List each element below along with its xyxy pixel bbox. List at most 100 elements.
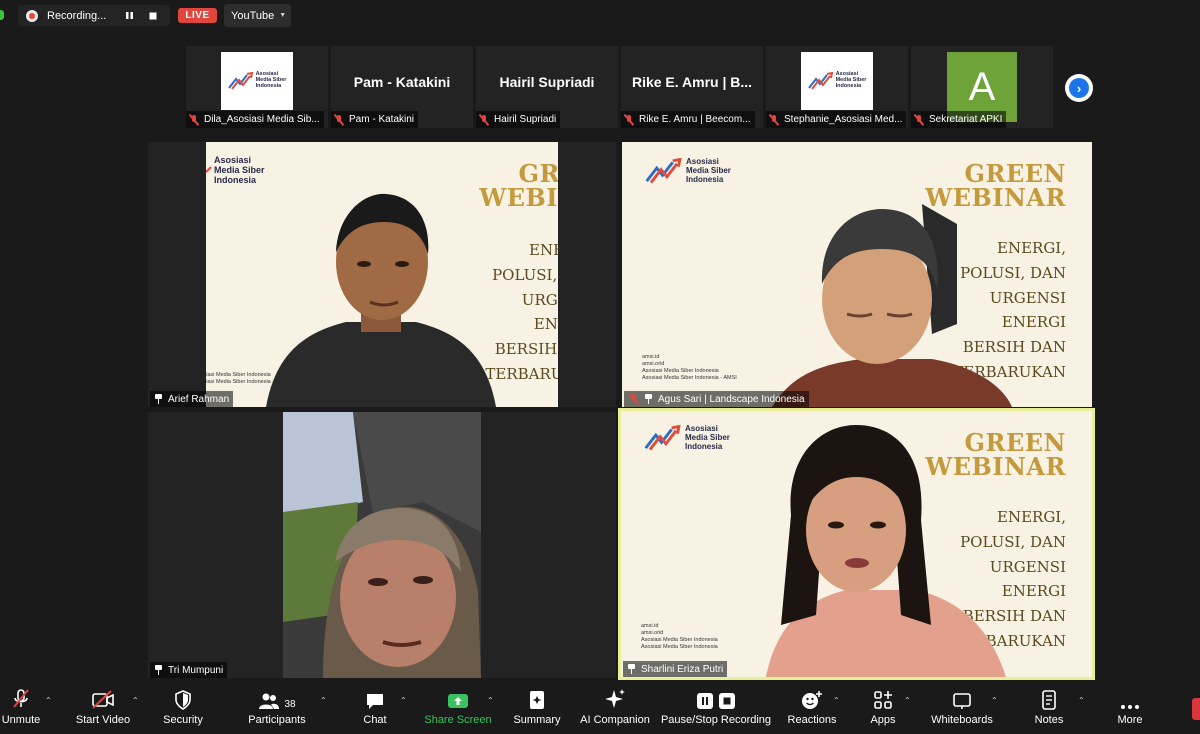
shield-icon [174, 684, 192, 714]
caret-up-icon[interactable]: ⌃ [991, 696, 999, 705]
next-page-button[interactable]: › [1065, 74, 1093, 102]
thumbnail-name-label: Dila_Asosiasi Media Sib... [186, 111, 324, 128]
social-handle: Asosiasi Media Siber Indonesia [641, 637, 718, 644]
pause-icon[interactable] [121, 8, 137, 24]
thumbnail-name-label: Hairil Supriadi [476, 111, 561, 128]
caret-up-icon[interactable]: ⌃ [45, 696, 53, 705]
participants-count: 38 [284, 699, 296, 710]
emoji-plus-icon [801, 684, 823, 714]
video-tile-active-speaker[interactable]: Asosiasi Media Siber Indonesia GREEN WEBINA… [621, 411, 1092, 677]
amsi-logo: Asosiasi Media Siber Indonesia [644, 157, 731, 184]
start-video-button[interactable]: Start Video [72, 684, 134, 734]
video-tile[interactable]: AsosiasiMedia SiberIndonesia GREENWEBINA… [148, 142, 616, 407]
reactions-label: Reactions [787, 714, 837, 726]
caret-up-icon[interactable]: ⌃ [400, 696, 408, 705]
chat-button[interactable]: Chat [360, 684, 390, 734]
pause-stop-icon [696, 684, 736, 714]
social-handle: Asosiasi Media Siber Indonesia - AMSI [642, 375, 737, 382]
video-tile[interactable]: AsosiasiMedia SiberIndonesia GREENWEBINA… [622, 142, 1092, 407]
participant-thumbnail[interactable]: Asosiasi Media Siber Indonesia Stephanie_A… [766, 46, 908, 128]
thumbnail-name-label: Pam - Katakini [331, 111, 419, 128]
recording-indicator: Recording... [18, 5, 170, 26]
livestream-target-dropdown[interactable]: YouTube ▼ [224, 4, 291, 27]
caret-up-icon[interactable]: ⌃ [833, 696, 841, 705]
participant-name: Sharlini Eriza Putri [641, 663, 724, 675]
pause-stop-recording-button[interactable]: Pause/Stop Recording [660, 684, 772, 734]
livestream-target-label: YouTube [231, 9, 275, 22]
apps-button[interactable]: Apps [866, 684, 900, 734]
notes-button[interactable]: Notes [1030, 684, 1068, 734]
participant-name: Rike E. Amru | Beecom... [639, 114, 751, 125]
caret-up-icon[interactable]: ⌃ [132, 696, 140, 705]
participants-button[interactable]: 38 Participants [246, 684, 308, 734]
participant-name: Hairil Supriadi [494, 114, 557, 125]
participant-display-name: Pam - Katakini [353, 74, 451, 90]
participant-video [772, 204, 1012, 407]
participant-video [266, 193, 496, 407]
participant-name: Pam - Katakini [349, 114, 415, 125]
end-meeting-button[interactable] [1192, 698, 1200, 720]
more-label: More [1117, 714, 1143, 726]
participant-display-name: Rike E. Amru | B... [631, 74, 753, 90]
video-tile[interactable]: Tri Mumpuni [148, 412, 616, 678]
social-handle: amsi.id [642, 354, 660, 360]
social-handle: amsi.orid [641, 630, 664, 637]
caret-up-icon[interactable]: ⌃ [487, 696, 495, 705]
slide-body-line: URGENSI [521, 290, 558, 309]
whiteboards-label: Whiteboards [931, 714, 993, 726]
participant-thumbnail-strip: Asosiasi Media Siber Indonesia Dila_Asosia… [186, 46, 1054, 128]
webinar-background: AsosiasiMedia SiberIndonesia GREENWEBINA… [622, 142, 1092, 407]
mic-muted-icon [628, 393, 640, 405]
social-handle: Asosiasi Media Siber Indonesia [642, 368, 719, 375]
pin-icon [154, 665, 163, 675]
reactions-button[interactable]: Reactions [786, 684, 838, 734]
participant-thumbnail[interactable]: Pam - Katakini Pam - Katakini [331, 46, 473, 128]
whiteboards-button[interactable]: Whiteboards [928, 684, 996, 734]
logo-text: Indonesia [255, 82, 282, 89]
mic-muted-icon [11, 684, 31, 714]
security-label: Security [163, 714, 203, 726]
mic-muted-icon [478, 114, 490, 126]
participant-thumbnail[interactable]: Asosiasi Media Siber Indonesia Dila_Asosia… [186, 46, 328, 128]
ai-companion-label: AI Companion [580, 714, 650, 726]
participant-name: Tri Mumpuni [168, 664, 224, 676]
whiteboard-icon [952, 684, 972, 714]
participant-name: Sekretariat APKI [929, 114, 1003, 125]
thumbnail-name-label: Stephanie_Asosiasi Med... [766, 111, 907, 128]
more-dots-icon [1120, 684, 1140, 714]
share-screen-button[interactable]: Share Screen [424, 684, 492, 734]
social-handle: Asosiasi Media Siber Indonesia [641, 644, 718, 651]
participant-thumbnail[interactable]: Hairil Supriadi Hairil Supriadi [476, 46, 618, 128]
more-button[interactable]: More [1112, 684, 1148, 734]
participant-thumbnail[interactable]: Rike E. Amru | B... Rike E. Amru | Beeco… [621, 46, 763, 128]
participant-name: Dila_Asosiasi Media Sib... [204, 114, 320, 125]
summary-button[interactable]: Summary [512, 684, 562, 734]
caret-up-icon[interactable]: ⌃ [904, 696, 912, 705]
video-name-label: Arief Rahman [150, 391, 234, 407]
logo-text: Indonesia [835, 82, 862, 89]
meeting-toolbar: Unmute ⌃ Start Video ⌃ Security 38 Parti… [0, 684, 1200, 734]
social-handle: amsi.id [641, 623, 659, 629]
participant-thumbnail[interactable]: A Sekretariat APKI [911, 46, 1053, 128]
mic-muted-icon [188, 114, 200, 126]
slide-body-line: TERBARUKAN [485, 364, 558, 383]
video-name-label: Sharlini Eriza Putri [623, 661, 728, 677]
record-icon [26, 9, 38, 22]
participant-name: Stephanie_Asosiasi Med... [784, 114, 903, 125]
video-name-label: Agus Sari | Landscape Indonesia [624, 391, 809, 407]
security-button[interactable]: Security [160, 684, 206, 734]
caret-up-icon[interactable]: ⌃ [1078, 696, 1086, 705]
stop-icon[interactable] [145, 8, 161, 24]
logo-text: Indonesia [214, 174, 257, 185]
webinar-background: AsosiasiMedia SiberIndonesia GREENWEBINA… [206, 142, 558, 407]
ai-companion-button[interactable]: AI Companion [578, 684, 652, 734]
slide-body-line: ENERGI [533, 315, 558, 334]
unmute-button[interactable]: Unmute [0, 684, 42, 734]
mic-muted-icon [623, 114, 635, 126]
caret-up-icon[interactable]: ⌃ [320, 696, 328, 705]
start-video-label: Start Video [75, 714, 131, 726]
slide-body-line: ENERGI, [529, 241, 558, 259]
amsi-logo: Asosiasi Media Siber Indonesia [221, 52, 293, 110]
participant-video [766, 425, 1006, 677]
mic-muted-icon [768, 114, 780, 126]
